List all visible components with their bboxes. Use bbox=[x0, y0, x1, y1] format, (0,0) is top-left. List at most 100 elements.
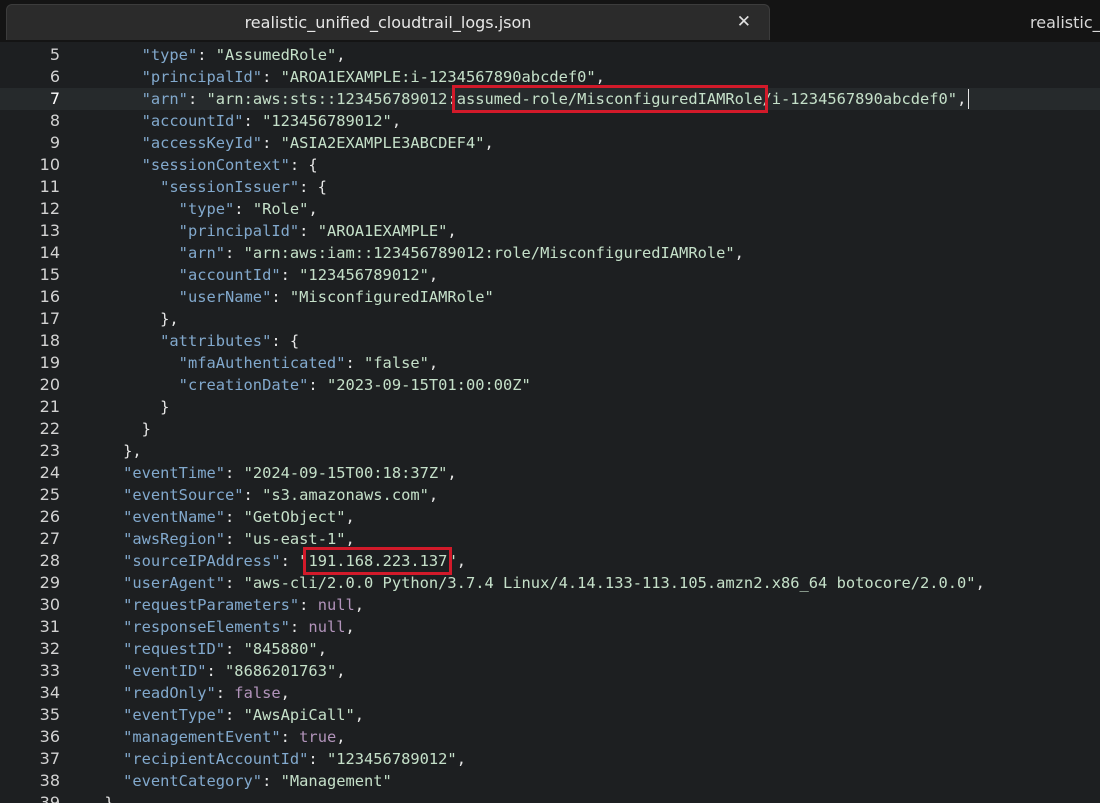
code-text: "type": "Role", bbox=[86, 198, 318, 220]
code-line[interactable]: 34 "readOnly": false, bbox=[0, 682, 1100, 704]
code-line[interactable]: 37 "recipientAccountId": "123456789012", bbox=[0, 748, 1100, 770]
code-token: : bbox=[225, 244, 244, 262]
code-line[interactable]: 6 "principalId": "AROA1EXAMPLE:i-1234567… bbox=[0, 66, 1100, 88]
code-text: "eventName": "GetObject", bbox=[86, 506, 355, 528]
code-token: " bbox=[447, 552, 457, 570]
code-line[interactable]: 38 "eventCategory": "Management" bbox=[0, 770, 1100, 792]
tab-label: realistic_ bbox=[1030, 12, 1100, 32]
line-number: 14 bbox=[39, 243, 60, 262]
code-token: "eventCategory" bbox=[123, 772, 263, 790]
line-number: 39 bbox=[39, 793, 60, 803]
code-token: : bbox=[225, 530, 244, 548]
code-token: "accessKeyId" bbox=[141, 134, 263, 152]
tab-inactive-file[interactable]: realistic_ bbox=[1030, 4, 1100, 40]
code-text: "requestID": "845880", bbox=[86, 638, 327, 660]
code-line[interactable]: 35 "eventType": "AwsApiCall", bbox=[0, 704, 1100, 726]
code-token: "2023-09-15T01:00:00Z" bbox=[326, 376, 531, 394]
code-line[interactable]: 16 "userName": "MisconfiguredIAMRole" bbox=[0, 286, 1100, 308]
code-line[interactable]: 32 "requestID": "845880", bbox=[0, 638, 1100, 660]
line-number: 17 bbox=[39, 309, 60, 328]
code-token: : bbox=[206, 662, 226, 680]
code-line[interactable]: 33 "eventID": "8686201763", bbox=[0, 660, 1100, 682]
line-number: 12 bbox=[39, 199, 60, 218]
code-line[interactable]: 11 "sessionIssuer": { bbox=[0, 176, 1100, 198]
code-text: "attributes": { bbox=[86, 330, 299, 352]
code-text: "sessionIssuer": { bbox=[86, 176, 327, 198]
code-line[interactable]: 15 "accountId": "123456789012", bbox=[0, 264, 1100, 286]
code-token: , bbox=[428, 354, 439, 372]
code-line[interactable]: 39 }, bbox=[0, 792, 1100, 803]
code-token: "accountId" bbox=[141, 112, 244, 130]
code-line[interactable]: 5 "type": "AssumedRole", bbox=[0, 44, 1100, 66]
line-number: 28 bbox=[39, 551, 60, 570]
code-line[interactable]: 24 "eventTime": "2024-09-15T00:18:37Z", bbox=[0, 462, 1100, 484]
code-token: , bbox=[345, 508, 355, 526]
code-line[interactable]: 12 "type": "Role", bbox=[0, 198, 1100, 220]
line-number: 11 bbox=[39, 177, 60, 196]
code-token: "Role" bbox=[252, 200, 309, 218]
code-token: "attributes" bbox=[160, 332, 272, 350]
code-token: "type" bbox=[141, 46, 198, 64]
code-token: , bbox=[428, 266, 439, 284]
line-number: 18 bbox=[39, 331, 60, 350]
code-line[interactable]: 13 "principalId": "AROA1EXAMPLE", bbox=[0, 220, 1100, 242]
code-token: : bbox=[280, 552, 300, 570]
code-line[interactable]: 7 "arn": "arn:aws:sts::123456789012:assu… bbox=[0, 85, 1100, 113]
code-line[interactable]: 17 }, bbox=[0, 308, 1100, 330]
code-token: , bbox=[447, 464, 457, 482]
code-line[interactable]: 10 "sessionContext": { bbox=[0, 154, 1100, 176]
code-token: "eventType" bbox=[123, 706, 226, 724]
line-number: 37 bbox=[39, 749, 60, 768]
code-token: "AROA1EXAMPLE" bbox=[317, 222, 448, 240]
highlighted-token: 191.168.223.137 bbox=[308, 552, 448, 570]
code-token: "userName" bbox=[178, 288, 272, 306]
tab-active-file[interactable]: realistic_unified_cloudtrail_logs.json ✕ bbox=[6, 4, 770, 40]
code-token: "mfaAuthenticated" bbox=[178, 354, 346, 372]
code-text: "eventCategory": "Management" bbox=[86, 770, 392, 792]
code-line[interactable]: 19 "mfaAuthenticated": "false", bbox=[0, 352, 1100, 374]
code-line[interactable]: 22 } bbox=[0, 418, 1100, 440]
code-editor[interactable]: 5 "type": "AssumedRole", 6 "principalId":… bbox=[0, 42, 1100, 803]
code-token: "sessionIssuer" bbox=[160, 178, 300, 196]
code-line[interactable]: 30 "requestParameters": null, bbox=[0, 594, 1100, 616]
code-line[interactable]: 20 "creationDate": "2023-09-15T01:00:00Z… bbox=[0, 374, 1100, 396]
code-token: "123456789012" bbox=[262, 112, 392, 130]
code-text: "accountId": "123456789012", bbox=[86, 264, 439, 286]
code-token: , bbox=[308, 200, 318, 218]
code-line[interactable]: 9 "accessKeyId": "ASIA2EXAMPLE3ABCDEF4", bbox=[0, 132, 1100, 154]
code-line[interactable]: 26 "eventName": "GetObject", bbox=[0, 506, 1100, 528]
code-text: "accountId": "123456789012", bbox=[86, 110, 402, 132]
code-text: "type": "AssumedRole", bbox=[86, 44, 346, 66]
code-text: "principalId": "AROA1EXAMPLE:i-123456789… bbox=[86, 66, 605, 88]
code-line[interactable]: 36 "managementEvent": true, bbox=[0, 726, 1100, 748]
code-token: "responseElements" bbox=[123, 618, 290, 636]
code-line[interactable]: 27 "awsRegion": "us-east-1", bbox=[0, 528, 1100, 550]
code-line[interactable]: 14 "arn": "arn:aws:iam::123456789012:rol… bbox=[0, 242, 1100, 264]
line-number: 16 bbox=[39, 287, 60, 306]
code-line[interactable]: 23 }, bbox=[0, 440, 1100, 462]
code-token: "readOnly" bbox=[123, 684, 216, 702]
code-line[interactable]: 18 "attributes": { bbox=[0, 330, 1100, 352]
code-token: }, bbox=[86, 794, 124, 803]
code-line[interactable]: 21 } bbox=[0, 396, 1100, 418]
code-line[interactable]: 8 "accountId": "123456789012", bbox=[0, 110, 1100, 132]
code-line[interactable]: 28 "sourceIPAddress": "191.168.223.137", bbox=[0, 547, 1100, 575]
code-line[interactable]: 29 "userAgent": "aws-cli/2.0.0 Python/3.… bbox=[0, 572, 1100, 594]
code-text: }, bbox=[86, 792, 124, 803]
code-token: , bbox=[484, 134, 494, 152]
code-token: : bbox=[215, 684, 235, 702]
code-line[interactable]: 31 "responseElements": null, bbox=[0, 616, 1100, 638]
code-line[interactable]: 25 "eventSource": "s3.amazonaws.com", bbox=[0, 484, 1100, 506]
code-token: "recipientAccountId" bbox=[123, 750, 309, 768]
code-token: "2024-09-15T00:18:37Z" bbox=[243, 464, 448, 482]
close-icon[interactable]: ✕ bbox=[737, 12, 751, 32]
code-token: : bbox=[308, 750, 327, 768]
code-token: "sourceIPAddress" bbox=[123, 552, 281, 570]
